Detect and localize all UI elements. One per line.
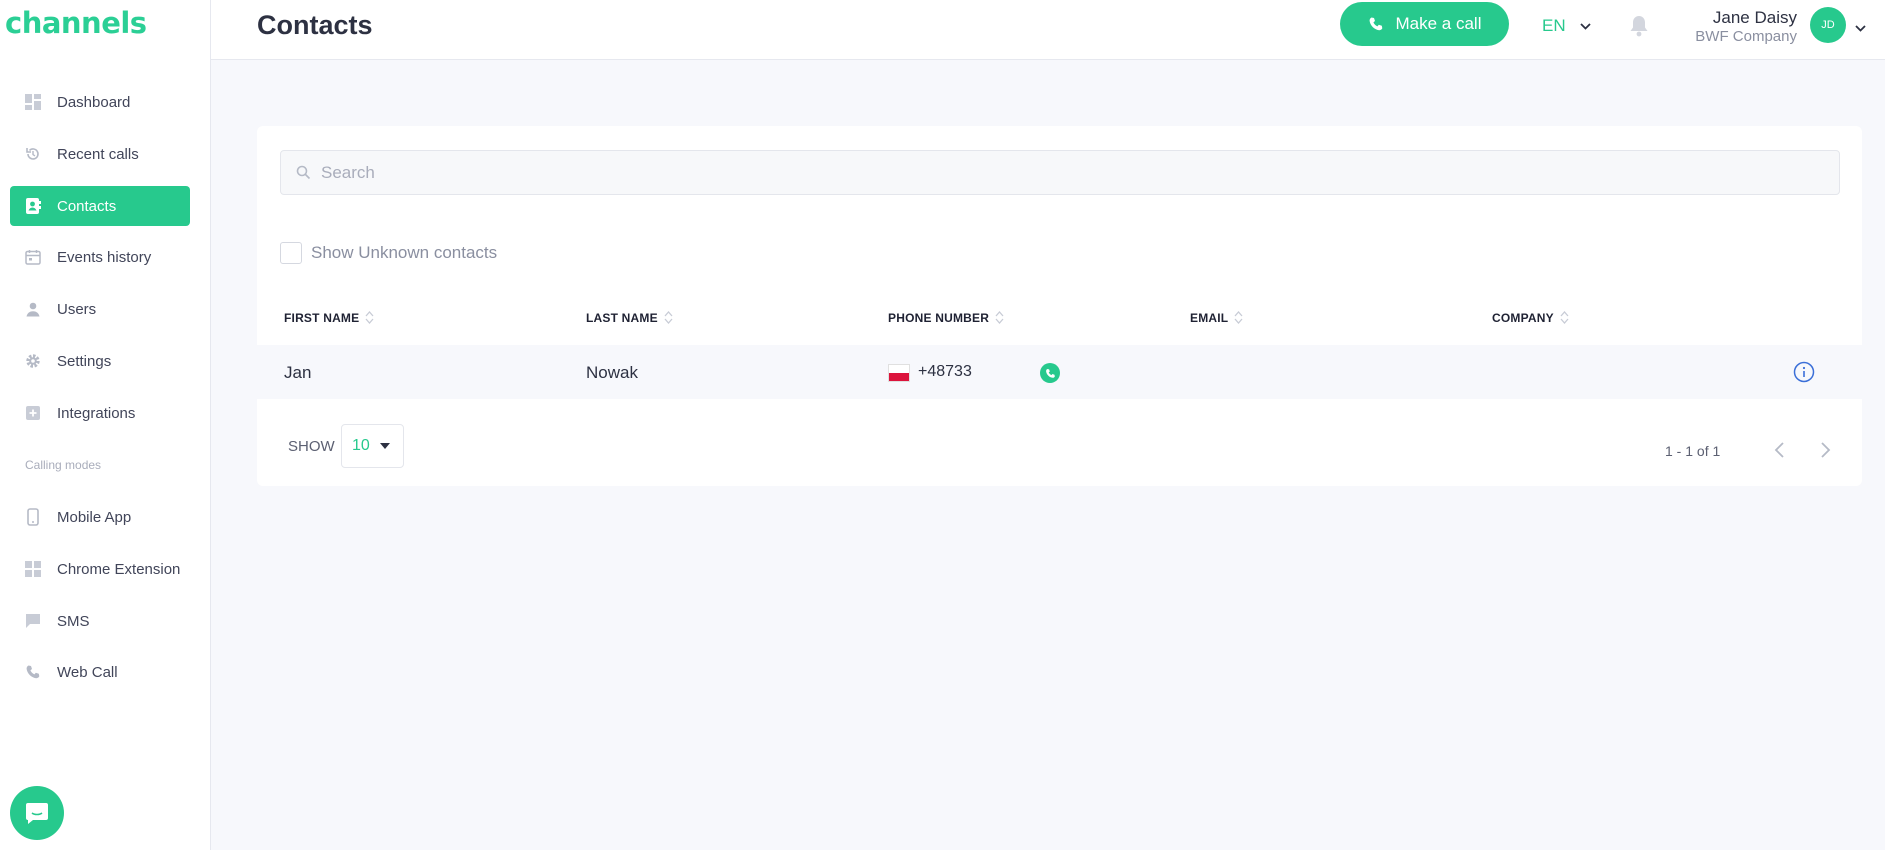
sidebar-item-dashboard[interactable]: Dashboard bbox=[10, 82, 190, 122]
sort-icon bbox=[664, 310, 673, 325]
poland-flag-icon bbox=[888, 364, 910, 382]
user-name: Jane Daisy bbox=[1712, 8, 1797, 27]
sidebar-item-recent-calls[interactable]: Recent calls bbox=[10, 134, 190, 174]
history-icon bbox=[24, 146, 41, 163]
sidebar-item-mobile-app[interactable]: Mobile App bbox=[10, 497, 190, 537]
show-unknown-checkbox[interactable] bbox=[280, 242, 302, 264]
sidebar-item-label: Web Call bbox=[57, 663, 118, 681]
search-icon bbox=[296, 165, 311, 180]
column-header-company[interactable]: COMPANY bbox=[1492, 310, 1569, 325]
sidebar-item-label: SMS bbox=[57, 612, 90, 630]
chat-bubble-icon bbox=[26, 803, 48, 824]
calling-modes-label: Calling modes bbox=[25, 458, 102, 472]
sidebar-item-label: Contacts bbox=[57, 197, 117, 215]
info-icon bbox=[1793, 361, 1815, 383]
phone-icon bbox=[1045, 368, 1055, 378]
sort-icon bbox=[995, 310, 1004, 325]
sidebar-item-label: Chrome Extension bbox=[57, 560, 181, 578]
page-title: Contacts bbox=[257, 10, 373, 40]
chevron-left-icon bbox=[1774, 442, 1784, 458]
sidebar-item-contacts[interactable]: Contacts bbox=[10, 186, 190, 226]
plus-box-icon bbox=[24, 405, 41, 422]
column-header-label: FIRST NAME bbox=[284, 310, 360, 325]
language-value: EN bbox=[1542, 16, 1566, 35]
language-selector[interactable]: EN bbox=[1542, 16, 1591, 36]
page-size-value: 10 bbox=[352, 437, 370, 454]
show-unknown-label: Show Unknown contacts bbox=[311, 243, 498, 262]
phone-number-cell: +48733 bbox=[918, 363, 972, 380]
search-box bbox=[280, 150, 1840, 195]
column-header-label: PHONE NUMBER bbox=[888, 310, 990, 325]
phone-icon bbox=[24, 664, 41, 681]
sidebar-item-label: Mobile App bbox=[57, 508, 132, 526]
make-a-call-button[interactable]: Make a call bbox=[1340, 2, 1509, 46]
extension-icon bbox=[24, 561, 41, 578]
top-header: Contacts Make a call EN Jane Daisy BWF C… bbox=[211, 0, 1885, 60]
sort-icon bbox=[365, 310, 374, 325]
chat-icon bbox=[24, 613, 41, 630]
make-a-call-label: Make a call bbox=[1395, 14, 1482, 33]
app-logo[interactable]: channels bbox=[5, 6, 147, 40]
contact-info-button[interactable] bbox=[1793, 361, 1815, 388]
sidebar-item-label: Settings bbox=[57, 352, 112, 370]
sidebar-item-label: Recent calls bbox=[57, 145, 139, 163]
column-header-last-name[interactable]: LAST NAME bbox=[586, 310, 673, 325]
column-header-label: LAST NAME bbox=[586, 310, 658, 325]
notifications-bell[interactable] bbox=[1628, 14, 1650, 43]
user-company: BWF Company bbox=[1695, 28, 1797, 45]
user-menu-chevron-icon[interactable] bbox=[1855, 19, 1866, 37]
sidebar-item-integrations[interactable]: Integrations bbox=[10, 393, 190, 433]
phone-icon bbox=[1368, 16, 1384, 32]
chevron-down-icon bbox=[1579, 22, 1591, 30]
sidebar-item-label: Users bbox=[57, 300, 97, 318]
column-header-first-name[interactable]: FIRST NAME bbox=[284, 310, 374, 325]
contacts-icon bbox=[24, 198, 41, 215]
sort-icon bbox=[1560, 310, 1569, 325]
next-page-button[interactable] bbox=[1819, 441, 1831, 464]
bell-icon bbox=[1630, 16, 1648, 37]
sidebar-item-chrome-extension[interactable]: Chrome Extension bbox=[10, 549, 190, 589]
table-row[interactable]: Jan Nowak +48733 bbox=[257, 345, 1862, 399]
show-unknown-contacts-toggle[interactable]: Show Unknown contacts bbox=[280, 242, 497, 264]
calendar-icon bbox=[24, 249, 41, 266]
avatar[interactable]: JD bbox=[1810, 7, 1846, 43]
sidebar-item-sms[interactable]: SMS bbox=[10, 601, 190, 641]
page-size-label: SHOW bbox=[288, 438, 335, 455]
chevron-right-icon bbox=[1821, 442, 1831, 458]
sidebar-item-label: Events history bbox=[57, 248, 152, 266]
sidebar-item-label: Integrations bbox=[57, 404, 136, 422]
page-size-select[interactable]: 10 bbox=[341, 424, 404, 468]
sort-icon bbox=[1234, 310, 1243, 325]
dashboard-icon bbox=[24, 94, 41, 111]
user-icon bbox=[24, 301, 41, 318]
previous-page-button[interactable] bbox=[1774, 441, 1786, 464]
sidebar: channels Dashboard Recent calls Contacts… bbox=[0, 0, 211, 850]
caret-down-icon bbox=[379, 443, 390, 449]
sidebar-item-web-call[interactable]: Web Call bbox=[10, 652, 190, 692]
search-input[interactable] bbox=[321, 162, 1821, 183]
last-name-cell: Nowak bbox=[586, 363, 638, 382]
mobile-icon bbox=[24, 508, 41, 526]
call-contact-button[interactable] bbox=[1040, 363, 1060, 383]
column-header-phone-number[interactable]: PHONE NUMBER bbox=[888, 310, 1004, 325]
support-chat-button[interactable] bbox=[10, 786, 64, 840]
column-header-label: COMPANY bbox=[1492, 310, 1554, 325]
sidebar-item-users[interactable]: Users bbox=[10, 289, 190, 329]
column-header-label: EMAIL bbox=[1190, 310, 1229, 325]
first-name-cell: Jan bbox=[284, 363, 312, 382]
sidebar-item-events-history[interactable]: Events history bbox=[10, 237, 190, 277]
column-header-email[interactable]: EMAIL bbox=[1190, 310, 1243, 325]
gear-icon bbox=[24, 353, 41, 370]
sidebar-item-label: Dashboard bbox=[57, 93, 131, 111]
pagination-info: 1 - 1 of 1 bbox=[1665, 443, 1721, 459]
contacts-card: Show Unknown contacts FIRST NAME LAST NA… bbox=[257, 126, 1862, 486]
sidebar-item-settings[interactable]: Settings bbox=[10, 341, 190, 381]
